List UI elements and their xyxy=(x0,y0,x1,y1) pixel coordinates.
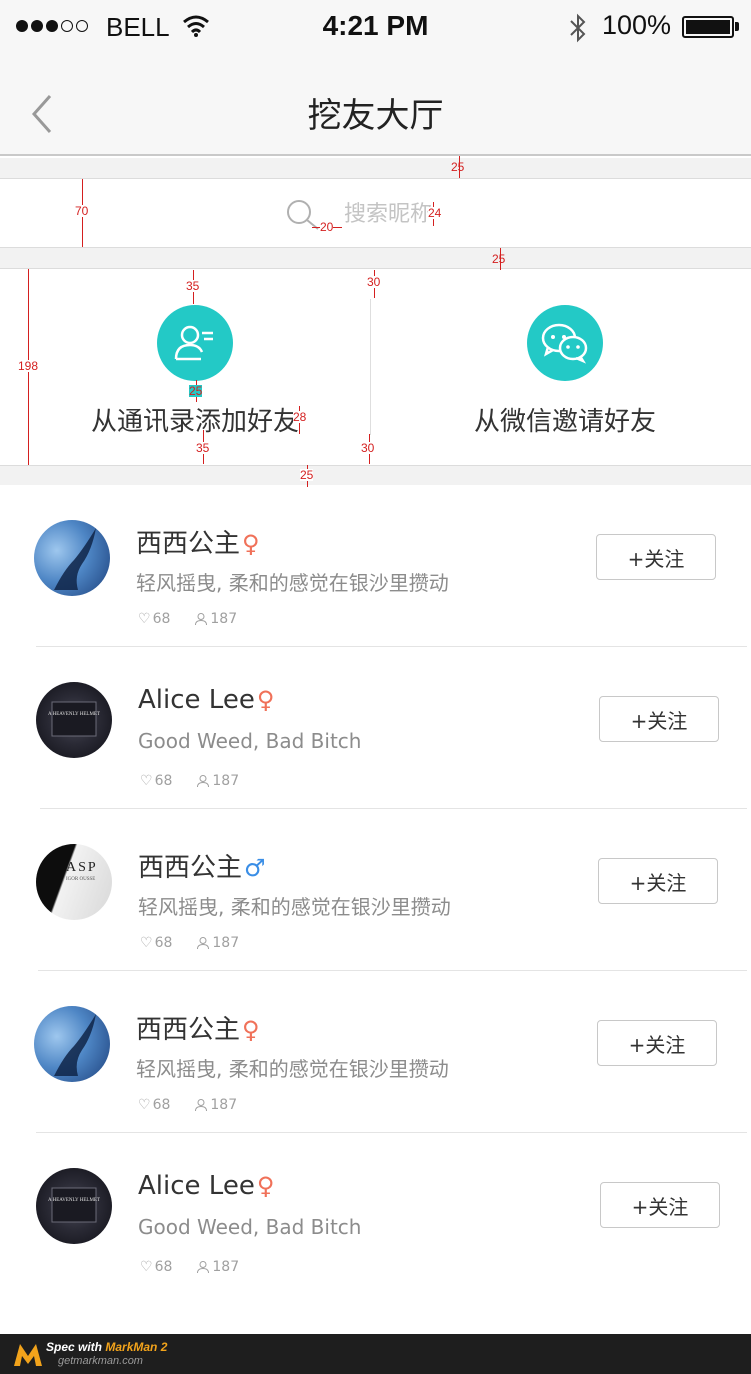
user-name: 西西公主 xyxy=(136,1015,241,1045)
spec-label: 25 xyxy=(189,384,203,398)
followers-count: 187 xyxy=(212,1259,240,1275)
section-gap xyxy=(0,158,751,178)
user-motto: 轻风摇曳, 柔和的感觉在银沙里攒动 xyxy=(136,1057,449,1081)
likes-count: 68 xyxy=(152,611,171,627)
spec-label: 30 xyxy=(361,441,375,455)
user-motto: 轻风摇曳, 柔和的感觉在银沙里攒动 xyxy=(138,895,451,919)
spec-label: 70 xyxy=(75,204,89,218)
spec-label: 24 xyxy=(428,206,442,220)
add-from-contacts-label: 从通讯录添加好友 xyxy=(90,407,299,437)
person-icon xyxy=(197,1261,210,1274)
avatar-subtext: IGOR OUSSE xyxy=(66,877,95,882)
page-title: 挖友大厅 xyxy=(307,96,444,136)
user-row[interactable]: ASP IGOR OUSSE 西西公主 ♂ 轻风摇曳, 柔和的感觉在银沙里攒动 … xyxy=(0,809,751,971)
battery-percentage: 100% xyxy=(602,10,672,40)
spec-label: 25 xyxy=(300,468,314,482)
search-bar[interactable] xyxy=(0,178,751,248)
spec-label: 30 xyxy=(367,275,381,289)
male-gender-icon: ♂ xyxy=(244,854,266,882)
heart-icon: ♡ xyxy=(140,773,153,789)
followers-count: 187 xyxy=(212,773,240,789)
avatar-text: A HEAVENLY HELMET xyxy=(48,1198,100,1203)
person-icon xyxy=(195,1099,208,1112)
spec-prefix: Spec with xyxy=(46,1340,103,1354)
user-name: Alice Lee xyxy=(138,685,255,715)
avatar[interactable]: ASP IGOR OUSSE xyxy=(36,844,112,920)
user-name: Alice Lee xyxy=(138,1171,255,1201)
markman-logo-icon xyxy=(14,1344,42,1366)
avatar-text: ASP xyxy=(66,860,98,875)
contacts-icon xyxy=(174,325,213,361)
spec-credit: Spec with MarkMan 2 xyxy=(46,1340,167,1354)
heart-icon: ♡ xyxy=(138,1097,151,1113)
spec-label: 28 xyxy=(293,410,307,424)
avatar[interactable]: A HEAVENLY HELMET xyxy=(36,1168,112,1244)
user-name: 西西公主 xyxy=(138,853,243,883)
spec-label: 35 xyxy=(196,441,210,455)
wechat-icon xyxy=(541,323,588,364)
avatar[interactable]: A HEAVENLY HELMET xyxy=(36,682,112,758)
followers-count: 187 xyxy=(210,1097,238,1113)
likes-count: 68 xyxy=(152,1097,171,1113)
likes-count: 68 xyxy=(154,935,173,951)
bluetooth-icon xyxy=(570,13,586,43)
markman-footer: Spec with MarkMan 2 getmarkman.com xyxy=(0,1334,751,1374)
user-row[interactable]: A HEAVENLY HELMET Alice Lee ♀ Good Weed,… xyxy=(0,647,751,809)
heart-icon: ♡ xyxy=(140,935,153,951)
invite-divider xyxy=(370,299,371,435)
heart-icon: ♡ xyxy=(140,1259,153,1275)
invite-wechat-label: 从微信邀请好友 xyxy=(473,407,656,437)
site-url: getmarkman.com xyxy=(58,1355,143,1367)
brand-name: MarkMan 2 xyxy=(105,1340,168,1354)
section-gap xyxy=(0,248,751,268)
user-motto: 轻风摇曳, 柔和的感觉在银沙里攒动 xyxy=(136,571,449,595)
user-motto: Good Weed, Bad Bitch xyxy=(138,1215,362,1239)
spec-label: 198 xyxy=(18,359,39,373)
invite-section: 从通讯录添加好友 从微信邀请好友 xyxy=(0,268,751,466)
navigation-bar: 挖友大厅 xyxy=(0,56,751,156)
avatar[interactable] xyxy=(34,1006,110,1082)
user-row[interactable]: 西西公主 ♀ 轻风摇曳, 柔和的感觉在银沙里攒动 ♡ 68 187 +关注 xyxy=(0,971,751,1133)
section-gap xyxy=(0,466,751,485)
user-name: 西西公主 xyxy=(136,529,241,559)
follow-button[interactable]: +关注 xyxy=(596,534,716,580)
invite-wechat-button[interactable]: 从微信邀请好友 xyxy=(380,269,750,467)
user-row[interactable]: 西西公主 ♀ 轻风摇曳, 柔和的感觉在银沙里攒动 ♡ 68 187 +关注 xyxy=(0,485,751,647)
heart-icon: ♡ xyxy=(138,611,151,627)
contacts-icon-circle xyxy=(157,305,233,381)
status-bar: BELL 4:21 PM 100% xyxy=(0,0,751,56)
follow-button[interactable]: +关注 xyxy=(597,1020,717,1066)
avatar[interactable] xyxy=(34,520,110,596)
female-gender-icon: ♀ xyxy=(256,1172,275,1200)
follow-button[interactable]: +关注 xyxy=(599,696,719,742)
follow-button[interactable]: +关注 xyxy=(598,858,718,904)
user-motto: Good Weed, Bad Bitch xyxy=(138,729,362,753)
avatar-text: A HEAVENLY HELMET xyxy=(48,712,100,717)
spec-label: 25 xyxy=(492,252,506,266)
battery-icon xyxy=(682,16,734,38)
spec-label: 20 xyxy=(320,220,334,234)
female-gender-icon: ♀ xyxy=(242,530,260,558)
spec-label: 25 xyxy=(451,160,465,174)
person-icon xyxy=(197,937,210,950)
likes-count: 68 xyxy=(154,1259,173,1275)
user-row[interactable]: A HEAVENLY HELMET Alice Lee ♀ Good Weed,… xyxy=(0,1133,751,1295)
add-from-contacts-button[interactable]: 从通讯录添加好友 xyxy=(10,269,380,467)
person-icon xyxy=(195,613,208,626)
search-input[interactable] xyxy=(344,196,604,232)
female-gender-icon: ♀ xyxy=(256,686,275,714)
spec-label: 35 xyxy=(186,279,200,293)
battery-cap xyxy=(735,22,739,31)
female-gender-icon: ♀ xyxy=(242,1016,260,1044)
follow-button[interactable]: +关注 xyxy=(600,1182,720,1228)
wechat-icon-circle xyxy=(527,305,603,381)
followers-count: 187 xyxy=(212,935,240,951)
followers-count: 187 xyxy=(210,611,238,627)
person-icon xyxy=(197,775,210,788)
likes-count: 68 xyxy=(154,773,173,789)
